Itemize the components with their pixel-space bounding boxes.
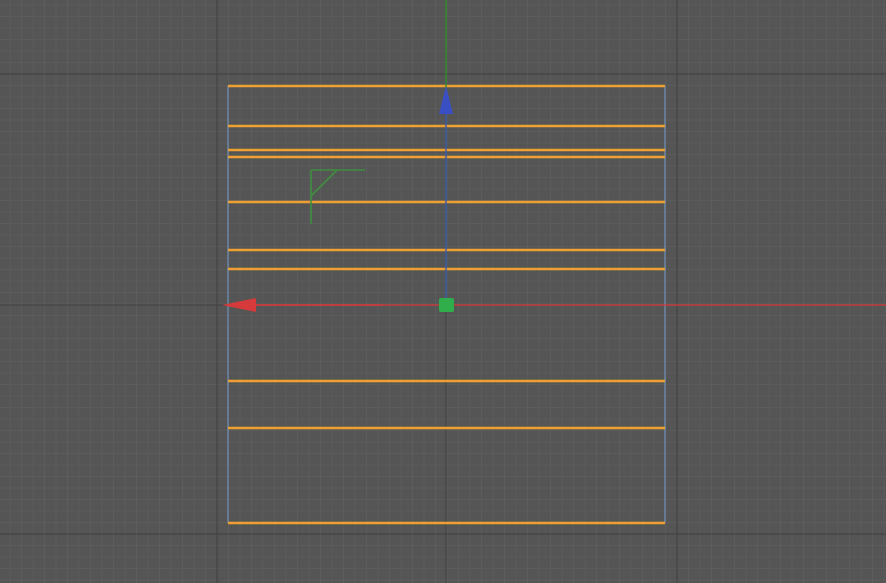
viewport-canvas[interactable] — [0, 0, 886, 583]
viewport-background — [0, 0, 886, 583]
pivot-handle-icon[interactable] — [439, 298, 454, 312]
